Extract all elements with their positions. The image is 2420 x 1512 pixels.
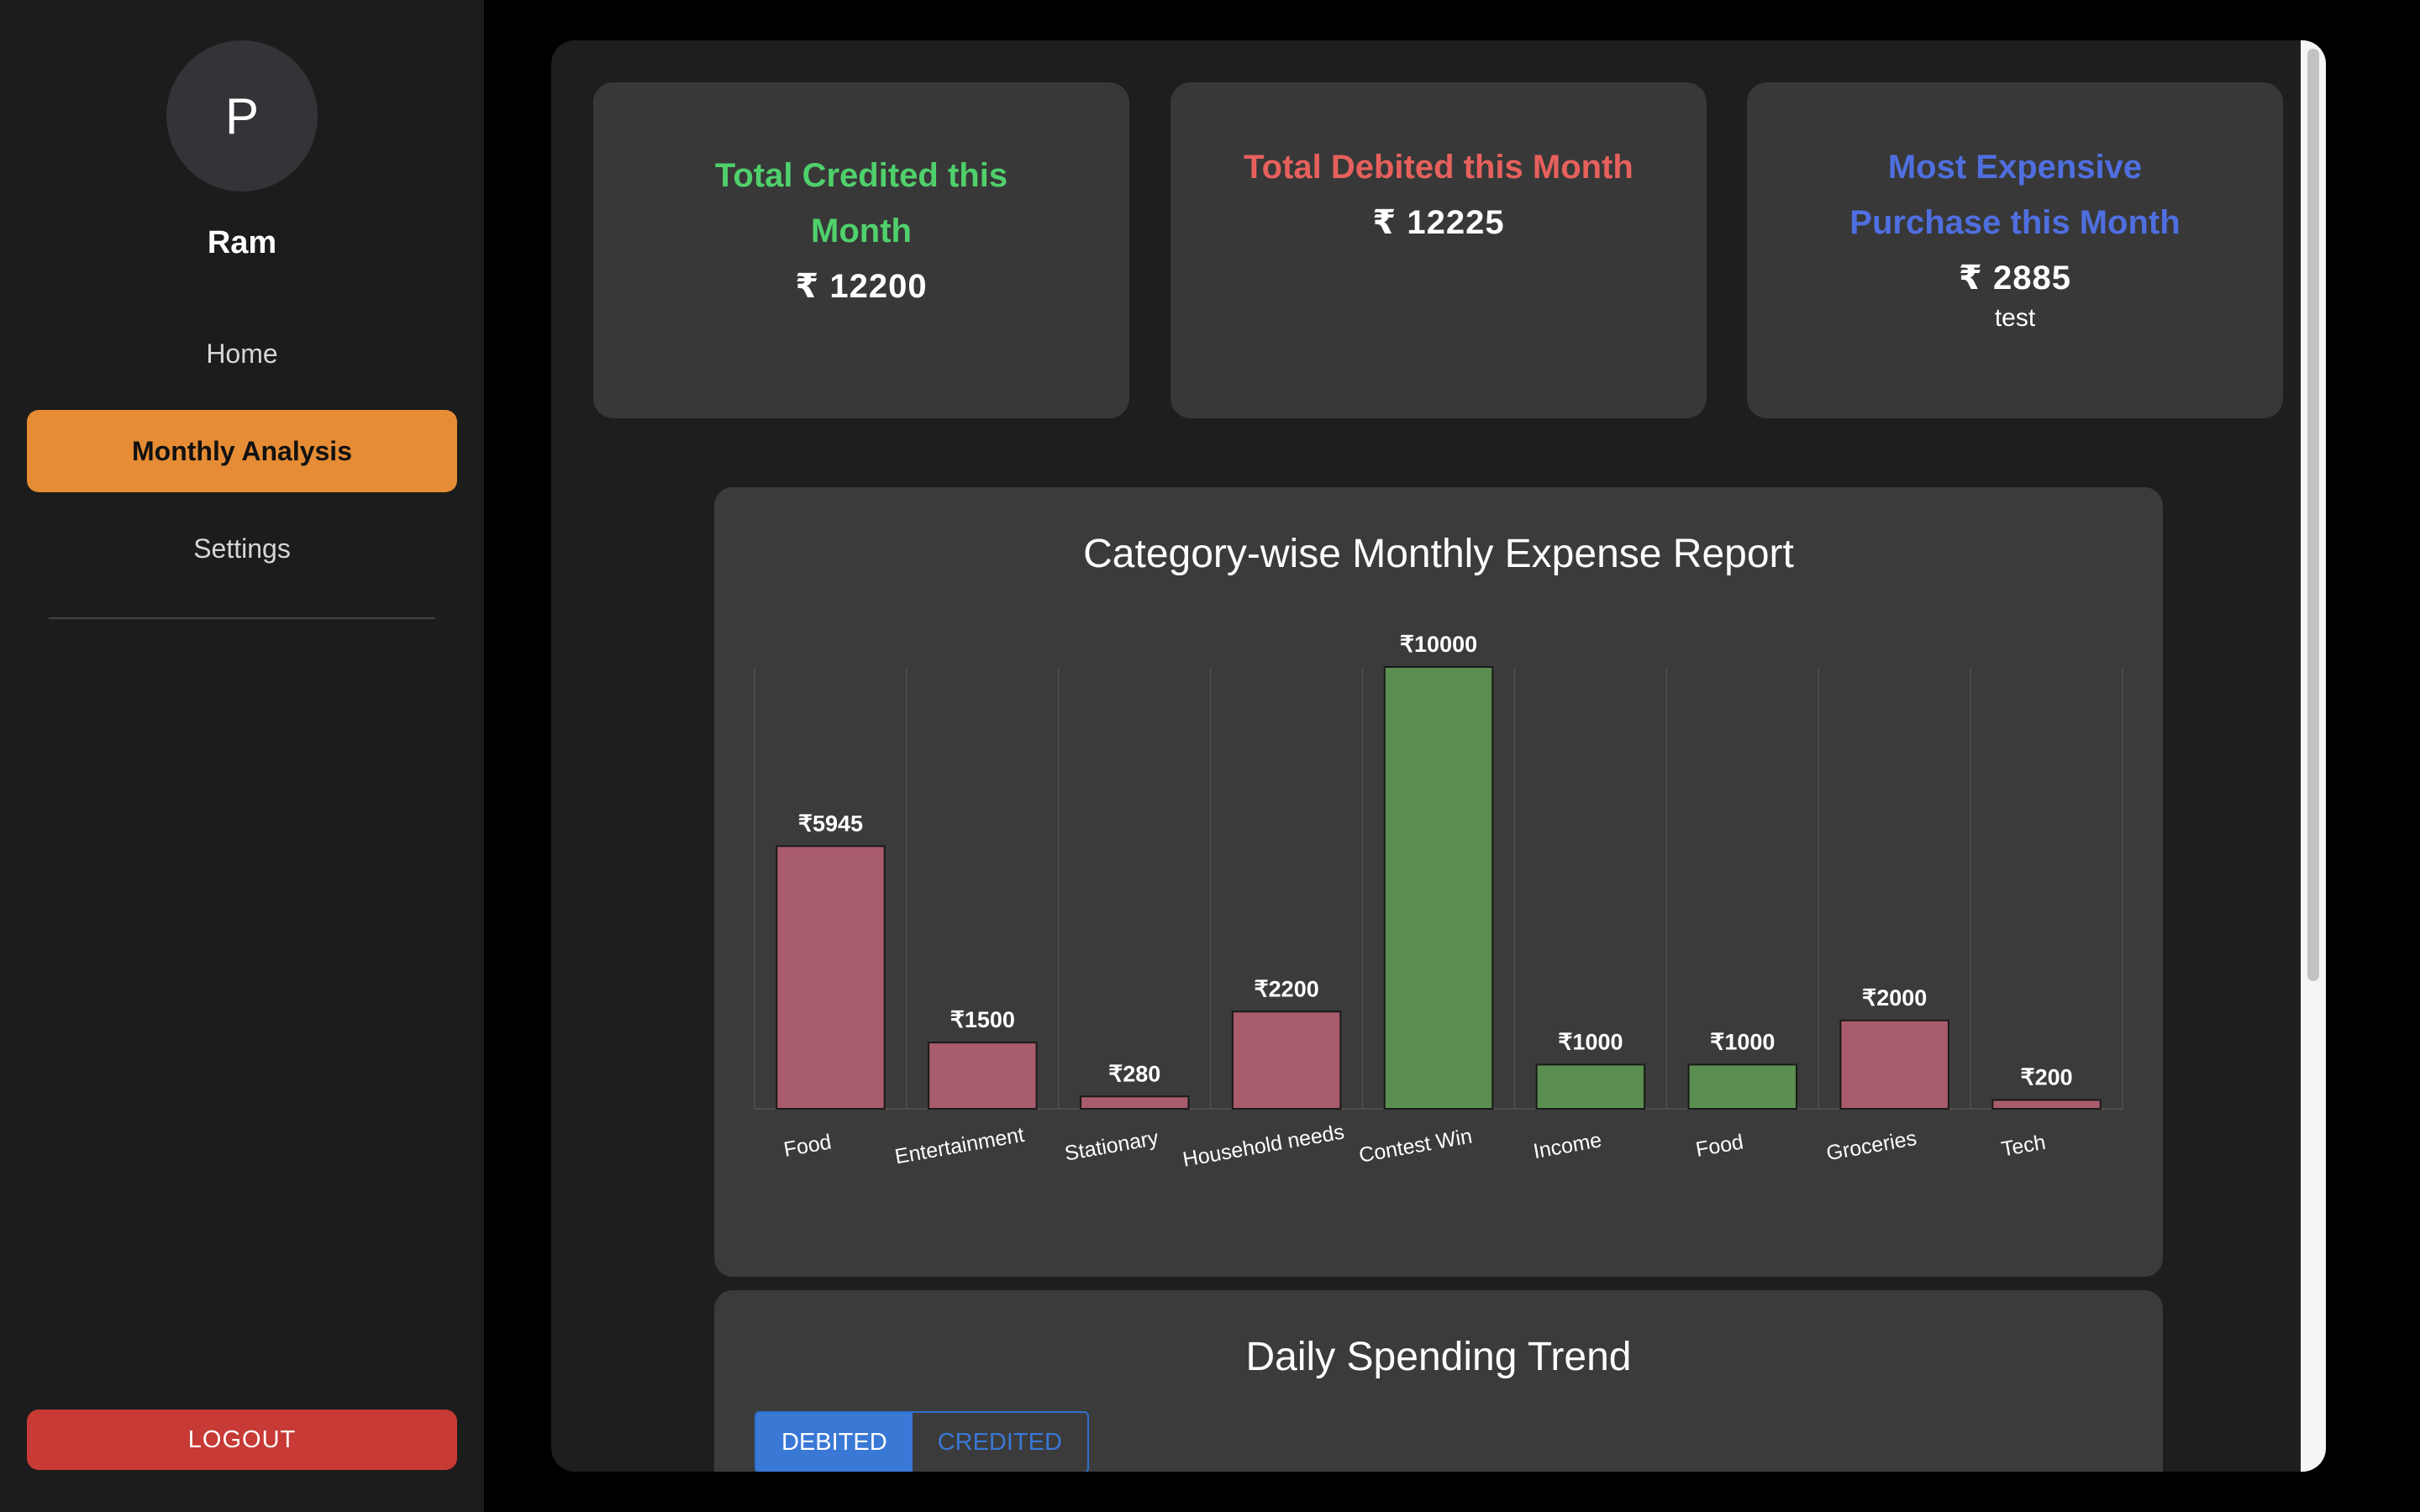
- tick-label-2: Stationary: [1063, 1126, 1160, 1165]
- trend-toggle: DEBITED CREDITED: [755, 1411, 1089, 1472]
- card-total-debited: Total Debited this Month ₹ 12225: [1171, 82, 1707, 418]
- card-title-credited: Total Credited this Month: [714, 157, 1008, 249]
- logout-button[interactable]: LOGOUT: [27, 1410, 457, 1470]
- card-value-debited: ₹ 12225: [1372, 204, 1505, 241]
- sidebar-divider: [49, 617, 435, 619]
- bar-1: [928, 1042, 1038, 1110]
- tick-label-1: Entertainment: [893, 1123, 1026, 1169]
- main-content: Total Credited this Month ₹ 12200 Total …: [551, 40, 2326, 1472]
- data-label-0: ₹5945: [798, 811, 863, 836]
- toggle-debited-button[interactable]: DEBITED: [756, 1413, 913, 1472]
- scrollbar[interactable]: [2301, 40, 2326, 1472]
- scrollbar-thumb[interactable]: [2307, 49, 2319, 981]
- tick-label-6: Food: [1694, 1130, 1745, 1161]
- card-value-expensive: ₹ 2885: [1959, 260, 2071, 297]
- data-label-1: ₹1500: [950, 1007, 1015, 1032]
- bar-chart: ₹5945 Food ₹1500 Entertainment ₹280 Stationar…: [754, 632, 2123, 1172]
- data-label-4: ₹10000: [1400, 632, 1477, 657]
- sidebar-item-settings[interactable]: Settings: [27, 507, 457, 590]
- tick-label-5: Income: [1532, 1128, 1604, 1163]
- username: Ram: [207, 225, 277, 260]
- bar-2: [1080, 1095, 1190, 1110]
- bar-5: [1535, 1063, 1646, 1110]
- data-label-2: ₹280: [1108, 1061, 1160, 1086]
- bar-3: [1231, 1011, 1342, 1110]
- data-label-6: ₹1000: [1710, 1029, 1775, 1054]
- card-value-credited: ₹ 12200: [795, 268, 928, 305]
- tick-label-4: Contest Win: [1357, 1125, 1474, 1168]
- bar-6: [1687, 1063, 1797, 1110]
- bar-0: [776, 845, 886, 1110]
- sidebar: P Ram Home Monthly Analysis Settings LOG…: [0, 0, 484, 1512]
- daily-trend-panel: Daily Spending Trend DEBITED CREDITED: [714, 1290, 2163, 1472]
- card-most-expensive: Most Expensive Purchase this Month ₹ 288…: [1747, 82, 2283, 418]
- sidebar-item-home[interactable]: Home: [27, 312, 457, 395]
- tick-label-8: Tech: [2000, 1131, 2048, 1162]
- avatar[interactable]: P: [166, 40, 318, 192]
- data-label-8: ₹200: [2020, 1064, 2072, 1089]
- expense-report-panel: Category-wise Monthly Expense Report ₹59…: [714, 487, 2163, 1277]
- trend-title: Daily Spending Trend: [1245, 1335, 1632, 1379]
- data-label-5: ₹1000: [1558, 1029, 1623, 1054]
- tick-label-3: Household needs: [1181, 1120, 1345, 1171]
- data-label-3: ₹2200: [1254, 976, 1318, 1001]
- toggle-credited-button[interactable]: CREDITED: [913, 1413, 1087, 1472]
- card-item-expensive: test: [1994, 304, 2036, 332]
- tick-label-7: Groceries: [1824, 1126, 1918, 1165]
- card-title-expensive: Most Expensive Purchase this Month: [1849, 149, 2181, 241]
- card-total-credited: Total Credited this Month ₹ 12200: [593, 82, 1129, 418]
- bar-8: [1991, 1099, 2102, 1110]
- bar-7: [1839, 1019, 1949, 1110]
- card-title-debited: Total Debited this Month: [1244, 149, 1634, 186]
- sidebar-item-monthly-analysis[interactable]: Monthly Analysis: [27, 410, 457, 492]
- data-label-7: ₹2000: [1862, 985, 1927, 1011]
- bar-4: [1383, 666, 1494, 1110]
- tick-label-0: Food: [782, 1130, 834, 1161]
